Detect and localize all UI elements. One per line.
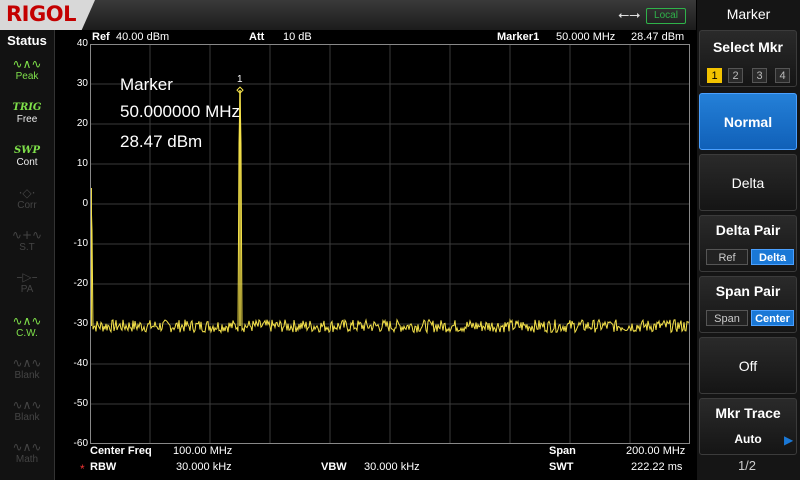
math-icon: ∿∧∿	[12, 440, 42, 454]
y-tick-label: 0	[82, 198, 88, 209]
page-indicator: 1/2	[737, 458, 757, 473]
submenu-arrow-icon: ▶	[784, 433, 794, 447]
blank-icon: ∿∧∿	[12, 356, 42, 370]
y-tick-label: 10	[76, 158, 88, 169]
softkey-panel: Marker Select Mkr 1 2 3 4 Normal Delta D…	[697, 0, 800, 480]
st-icon: ∿+∿	[11, 228, 43, 242]
status-cw: ∿∧∿ C.W.	[3, 314, 51, 348]
brand-name: RIGOL	[6, 2, 76, 26]
marker-trace-value: Auto	[734, 432, 762, 446]
normal-label: Normal	[723, 114, 773, 130]
y-tick-label: 20	[76, 118, 88, 129]
status-pa-label: PA	[20, 284, 34, 295]
marker-trace-key[interactable]: Mkr Trace Auto ▶	[699, 398, 797, 455]
delta-pair-key[interactable]: Delta Pair Ref Delta	[699, 215, 797, 272]
marker-2-option[interactable]: 2	[728, 68, 743, 83]
span-label: Span	[549, 445, 576, 457]
y-tick-label: -60	[73, 438, 88, 449]
top-bar: RIGOL ⭠⭢ Local	[0, 0, 696, 30]
delta-label: Delta	[731, 175, 765, 191]
status-sweep: SWP Cont	[3, 144, 51, 178]
delta-key[interactable]: Delta	[699, 154, 797, 211]
span-pair-key[interactable]: Span Pair Span Center	[699, 276, 797, 333]
vbw-value: 30.000 kHz	[364, 461, 420, 473]
delta-pair-label: Delta Pair	[715, 222, 781, 238]
blank-icon: ∿∧∿	[12, 398, 42, 412]
marker-header-freq: 50.000 MHz	[556, 31, 616, 43]
y-tick-label: -50	[73, 398, 88, 409]
status-sweep-label: SWP	[14, 145, 40, 156]
off-key[interactable]: Off	[699, 337, 797, 394]
status-st-label: S.T	[19, 242, 35, 253]
off-label: Off	[738, 358, 758, 374]
swt-label: SWT	[549, 461, 574, 473]
marker-header-label: Marker1	[497, 31, 540, 43]
delta-pair-ref-option[interactable]: Ref	[706, 249, 748, 265]
span-pair-center-option[interactable]: Center	[751, 310, 794, 326]
rbw-coupled-icon: *	[80, 462, 85, 476]
y-tick-label: 30	[76, 78, 88, 89]
status-title: Status	[7, 33, 47, 48]
rbw-value: 30.000 kHz	[176, 461, 232, 473]
corr-icon: ·◇·	[18, 186, 36, 200]
ref-label: Ref	[92, 31, 110, 43]
status-trigger: TRIG Free	[3, 101, 51, 135]
status-trigger-value: Free	[16, 114, 38, 125]
y-tick-label: -10	[73, 238, 88, 249]
vbw-label: VBW	[321, 461, 347, 473]
peak-icon: ∿∧∿	[12, 57, 42, 71]
pa-icon: –▷–	[16, 270, 38, 284]
marker-readout-freq: 50.000000 MHz	[120, 102, 241, 121]
status-st: ∿+∿ S.T	[3, 228, 51, 262]
marker-trace-label: Mkr Trace	[715, 405, 781, 421]
status-math: ∿∧∿ Math	[3, 440, 51, 474]
delta-pair-delta-option[interactable]: Delta	[751, 249, 794, 265]
rbw-label: RBW	[90, 461, 117, 473]
swt-value: 222.22 ms	[631, 461, 683, 473]
att-label: Att	[249, 31, 265, 43]
status-panel: Status ∿∧∿ Peak TRIG Free SWP Cont ·◇· C…	[0, 30, 55, 480]
status-corr: ·◇· Corr	[3, 186, 51, 220]
y-tick-label: -40	[73, 358, 88, 369]
marker-readout-amp: 28.47 dBm	[120, 132, 203, 151]
select-marker-key[interactable]: Select Mkr 1 2 3 4	[699, 30, 797, 87]
usb-icon: ⭠⭢	[618, 6, 641, 22]
status-cw-label: C.W.	[16, 328, 38, 339]
select-marker-label: Select Mkr	[712, 39, 784, 55]
y-tick-label: -20	[73, 278, 88, 289]
marker-readout-title: Marker	[120, 75, 173, 94]
brand-logo: RIGOL	[0, 0, 95, 30]
cw-icon: ∿∧∿	[12, 314, 42, 328]
status-corr-label: Corr	[17, 200, 37, 211]
span-pair-label: Span Pair	[715, 283, 781, 299]
status-blank-1-label: Blank	[14, 370, 40, 381]
status-peak: ∿∧∿ Peak	[3, 57, 51, 91]
remote-status-badge: Local	[646, 8, 686, 24]
marker-4-option[interactable]: 4	[775, 68, 790, 83]
span-value: 200.00 MHz	[626, 445, 686, 457]
y-tick-label: -30	[73, 318, 88, 329]
status-blank-2: ∿∧∿ Blank	[3, 398, 51, 432]
status-blank-1: ∿∧∿ Blank	[3, 356, 51, 390]
status-trigger-label: TRIG	[12, 102, 42, 113]
menu-title: Marker	[726, 6, 771, 22]
marker-3-option[interactable]: 3	[752, 68, 767, 83]
y-tick-label: 40	[76, 38, 88, 49]
status-sweep-value: Cont	[16, 157, 38, 168]
span-pair-span-option[interactable]: Span	[706, 310, 748, 326]
normal-key[interactable]: Normal	[699, 93, 797, 150]
att-value: 10 dB	[283, 31, 312, 43]
status-pa: –▷– PA	[3, 270, 51, 304]
status-peak-label: Peak	[15, 71, 39, 82]
status-math-label: Math	[15, 454, 39, 465]
marker-header-amp: 28.47 dBm	[631, 31, 685, 43]
center-freq-label: Center Freq	[90, 445, 152, 457]
ref-value: 40.00 dBm	[116, 31, 170, 43]
status-blank-2-label: Blank	[14, 412, 40, 423]
center-freq-value: 100.00 MHz	[173, 445, 233, 457]
marker-1-option[interactable]: 1	[707, 68, 722, 83]
